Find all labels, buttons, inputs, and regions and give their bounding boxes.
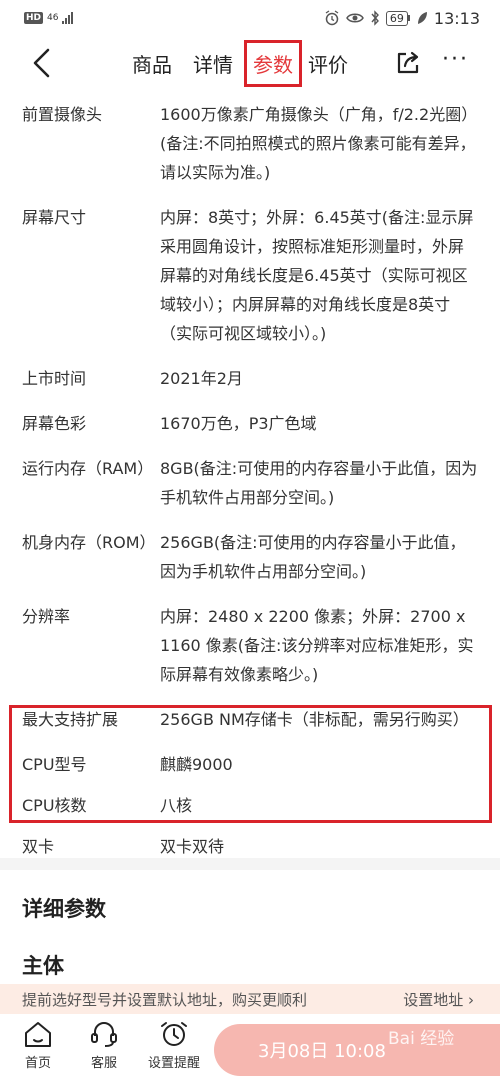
param-value: 内屏：8英寸；外屏：6.45英寸(备注:显示屏采用圆角设计，按照标准矩形测量时，… (160, 208, 474, 343)
battery-level: 69 (385, 10, 408, 26)
bluetooth-icon (371, 10, 379, 26)
network-label: 46 (47, 12, 59, 23)
more-icon[interactable]: ··· (442, 49, 472, 76)
highlight-box (9, 705, 492, 823)
param-key: 双卡 (22, 837, 55, 856)
param-row: 双卡 双卡双待 (0, 832, 500, 861)
param-key: 运行内存（RAM） (22, 459, 154, 478)
param-key: 分辨率 (22, 607, 71, 626)
param-row: 前置摄像头 1600万像素广角摄像头（广角，f/2.2光圈）(备注:不同拍照模式… (0, 100, 500, 187)
buy-button[interactable]: 3月08日 10:08 (214, 1024, 500, 1076)
home-button[interactable]: 首页 (8, 1020, 68, 1071)
param-row: 机身内存（ROM） 256GB(备注:可使用的内存容量小于此值，因为手机软件占用… (0, 528, 500, 586)
buy-button-label: 3月08日 10:08 (258, 1041, 386, 1062)
param-row: 运行内存（RAM） 8GB(备注:可使用的内存容量小于此值，因为手机软件占用部分… (0, 454, 500, 512)
home-icon (25, 1022, 51, 1047)
param-value: 内屏：2480 x 2200 像素；外屏：2700 x 1160 像素(备注:该… (160, 607, 474, 684)
hd-badge: HD (24, 12, 44, 24)
param-value: 2021年2月 (160, 369, 243, 388)
status-right: 69 13:13 (324, 9, 480, 28)
reminder-button[interactable]: 设置提醒 (142, 1020, 206, 1071)
param-row: 上市时间 2021年2月 (0, 364, 500, 393)
share-icon[interactable] (395, 50, 421, 76)
leaf-icon (417, 12, 427, 24)
watermark: Bai 经验 (388, 1029, 455, 1049)
alarm-icon (325, 10, 339, 26)
headset-icon (91, 1022, 117, 1047)
main-body-heading: 主体 (22, 954, 64, 978)
param-key: 前置摄像头 (22, 105, 103, 124)
section-divider (0, 858, 500, 870)
param-value: 1670万色，P3广色域 (160, 414, 317, 433)
service-label: 客服 (90, 1056, 117, 1071)
reminder-label: 设置提醒 (147, 1056, 200, 1071)
param-value: 双卡双待 (160, 837, 225, 856)
status-left: HD 46 (24, 12, 74, 24)
set-address-link[interactable]: 设置地址 › (403, 989, 474, 1010)
back-icon[interactable] (28, 46, 58, 80)
service-button[interactable]: 客服 (74, 1020, 134, 1071)
tab-bar: 商品 详情 参数 评价 (132, 36, 369, 90)
tab-details[interactable]: 详情 (193, 49, 233, 78)
param-key: 机身内存（ROM） (22, 533, 156, 552)
param-key: 屏幕尺寸 (22, 208, 87, 227)
detail-params-heading: 详细参数 (22, 897, 106, 921)
param-row: 屏幕色彩 1670万色，P3广色域 (0, 409, 500, 438)
param-value: 256GB(备注:可使用的内存容量小于此值，因为手机软件占用部分空间。) (160, 533, 466, 581)
param-key: 屏幕色彩 (22, 414, 87, 433)
address-hint-text: 提前选好型号并设置默认地址，购买更顺利 (22, 990, 308, 1009)
eye-icon (346, 13, 364, 23)
param-key: 上市时间 (22, 369, 87, 388)
param-row: 分辨率 内屏：2480 x 2200 像素；外屏：2700 x 1160 像素(… (0, 602, 500, 689)
clock: 13:13 (433, 8, 480, 28)
battery-icon: 69 (385, 10, 410, 26)
address-hint-bar: 提前选好型号并设置默认地址，购买更顺利 设置地址 › (0, 984, 500, 1014)
status-bar: HD 46 69 13:13 (0, 0, 500, 36)
tab-params[interactable]: 参数 (244, 39, 302, 87)
tab-product[interactable]: 商品 (132, 49, 172, 78)
tab-reviews[interactable]: 评价 (308, 49, 348, 78)
clock-icon (161, 1022, 187, 1046)
top-nav: 商品 详情 参数 评价 ··· (0, 36, 500, 90)
signal-icon (62, 12, 74, 24)
param-row: 屏幕尺寸 内屏：8英寸；外屏：6.45英寸(备注:显示屏采用圆角设计，按照标准矩… (0, 203, 500, 348)
param-value: 1600万像素广角摄像头（广角，f/2.2光圈）(备注:不同拍照模式的照片像素可… (160, 105, 478, 182)
home-label: 首页 (24, 1056, 51, 1071)
param-value: 8GB(备注:可使用的内存容量小于此值，因为手机软件占用部分空间。) (160, 459, 478, 507)
